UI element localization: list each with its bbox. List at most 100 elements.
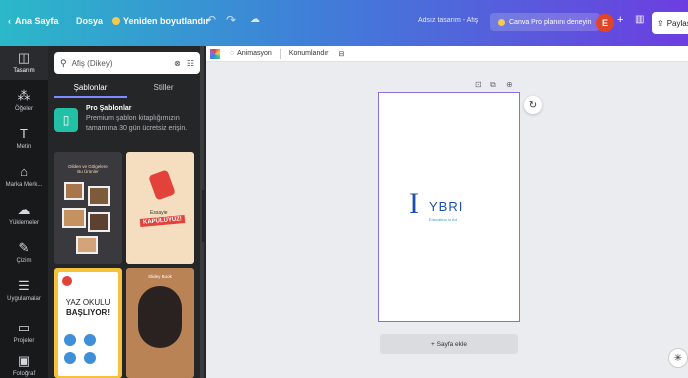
assistant-icon[interactable]: ✳ <box>668 348 688 368</box>
lock-icon[interactable]: ⊡ <box>475 80 482 89</box>
file-menu[interactable]: Dosya <box>76 16 103 26</box>
template-photo <box>64 352 76 364</box>
canvas-area: ⊡ ⧉ ⊕ I YBRI Education in Art ↻ + Sayfa … <box>206 62 688 378</box>
text-icon: T <box>20 126 28 141</box>
side-rail: ◫ Tasarım ⁂ Öğeler T Metin ⌂ Marka Merk.… <box>0 46 48 378</box>
template-4-title: Slidey Book <box>148 274 172 279</box>
search-input[interactable]: ⚲ Afiş (Dikey) ⊗ ☷ <box>54 52 200 74</box>
crown-icon <box>112 17 120 25</box>
top-bar: ‹ Ana Sayfa Dosya Yeniden boyutlandır ↶ … <box>0 0 688 46</box>
search-value: Afiş (Dikey) <box>71 58 113 68</box>
lock-icon[interactable]: ⊟ <box>339 50 345 58</box>
logo[interactable]: I YBRI Education in Art <box>409 189 489 227</box>
plus-icon[interactable]: + <box>617 14 623 26</box>
template-photo <box>64 334 76 346</box>
resize-button[interactable]: Yeniden boyutlandır <box>112 16 209 26</box>
template-card-4[interactable]: Slidey Book <box>126 268 194 378</box>
template-photo <box>84 334 96 346</box>
cloud-icon[interactable]: ☁ <box>250 14 260 25</box>
pro-desc-1: Premium şablon kitaplığımızın <box>86 115 180 122</box>
panel-tabs: Şablonlar Stiller <box>54 80 200 98</box>
template-icon: ▯ <box>54 108 78 132</box>
rail-label: Fotoğraf <box>12 371 36 377</box>
canva-pro-button[interactable]: Canva Pro planını deneyin <box>490 13 600 31</box>
resize-label: Yeniden boyutlandır <box>123 16 210 26</box>
animate-button[interactable]: ◌ Animasyon <box>230 50 272 57</box>
duplicate-icon[interactable]: ⧉ <box>490 80 496 90</box>
photo-icon: ▣ <box>17 353 31 368</box>
rail-label: Öğeler <box>14 106 33 112</box>
share-label: Paylaş <box>666 18 688 28</box>
template-3-title: YAZ OKULU <box>65 298 111 307</box>
canva-pro-label: Canva Pro planını deneyin <box>509 18 592 26</box>
templates-panel: ⚲ Afiş (Dikey) ⊗ ☷ Şablonlar Stiller ▯ P… <box>48 46 206 378</box>
logo-text: YBRI <box>429 199 464 214</box>
rail-label: Projeler <box>13 338 35 344</box>
rail-item-brand[interactable]: ⌂ Marka Merk... <box>0 160 48 194</box>
rail-label: Uygulamalar <box>7 296 41 302</box>
home-link[interactable]: ‹ Ana Sayfa <box>8 16 59 26</box>
folder-icon: ▭ <box>17 320 31 335</box>
rail-label: Metin <box>16 144 32 150</box>
design-page[interactable]: I YBRI Education in Art <box>378 92 520 322</box>
rail-label: Marka Merk... <box>5 182 43 188</box>
megaphone-icon <box>148 169 176 201</box>
template-2-title: Essayie <box>150 210 168 216</box>
template-photo <box>138 286 182 348</box>
home-label: Ana Sayfa <box>15 16 59 26</box>
rail-label: Yüklemeler <box>8 220 39 226</box>
rail-label: Tasarım <box>13 68 35 74</box>
rail-item-uploads[interactable]: ☁ Yüklemeler <box>0 198 48 232</box>
undo-icon[interactable]: ↶ <box>206 13 216 27</box>
clear-icon[interactable]: ⊗ <box>174 59 181 68</box>
rail-item-projects[interactable]: ▭ Projeler <box>0 318 48 348</box>
pro-title: Pro Şablonlar <box>86 105 132 112</box>
template-photo <box>88 212 110 232</box>
chart-icon[interactable]: ▥ <box>635 14 644 25</box>
draw-icon: ✎ <box>18 240 30 255</box>
tab-styles[interactable]: Stiller <box>127 80 200 98</box>
chevron-left-icon: ‹ <box>8 16 11 26</box>
rail-item-apps[interactable]: ☰ Uygulamalar <box>0 274 48 308</box>
template-photo <box>76 236 98 254</box>
template-1-subtitle: Bu Ürünler <box>77 169 99 174</box>
template-card-3[interactable]: YAZ OKULU BAŞLIYOR! <box>54 268 122 378</box>
template-photo <box>88 186 110 206</box>
position-button[interactable]: Konumlandır <box>289 50 329 57</box>
brand-icon: ⌂ <box>20 164 28 179</box>
layout-icon: ◫ <box>17 50 31 65</box>
logo-subtitle: Education in Art <box>429 217 458 222</box>
rail-item-design[interactable]: ◫ Tasarım <box>0 46 48 80</box>
rail-item-photos[interactable]: ▣ Fotoğraf <box>0 352 48 378</box>
flower-icon <box>62 276 72 286</box>
animate-label: Animasyon <box>237 50 272 57</box>
rail-item-draw[interactable]: ✎ Çizim <box>0 236 48 270</box>
share-button[interactable]: ⇪ Paylaş <box>652 12 688 34</box>
add-page-button[interactable]: + Sayfa ekle <box>380 334 518 354</box>
template-card-1[interactable]: Dilden ve Gölgelere Bu Ürünler <box>54 152 122 264</box>
crown-icon <box>498 18 505 26</box>
design-title[interactable]: Adsız tasarım - Afiş <box>418 17 478 24</box>
avatar[interactable]: E <box>596 14 614 32</box>
rail-item-text[interactable]: T Metin <box>0 122 48 156</box>
rail-item-elements[interactable]: ⁂ Öğeler <box>0 84 48 118</box>
template-photo <box>64 182 84 200</box>
template-card-2[interactable]: Essayie KAPÜLÜYÜZ! <box>126 152 194 264</box>
template-3-headline: BAŞLIYOR! <box>66 308 110 317</box>
editor-toolbar: ◌ Animasyon Konumlandır ⊟ <box>206 46 688 62</box>
pro-templates-promo[interactable]: ▯ Pro Şablonlar Premium şablon kitaplığı… <box>54 104 200 144</box>
apps-icon: ☰ <box>18 278 30 293</box>
animate-icon: ◌ <box>230 50 235 57</box>
color-picker-icon[interactable] <box>210 48 220 59</box>
tab-templates[interactable]: Şablonlar <box>54 80 127 98</box>
divider <box>279 48 281 59</box>
template-photo <box>84 352 96 364</box>
filter-icon[interactable]: ☷ <box>187 59 194 68</box>
upload-icon: ☁ <box>17 202 31 217</box>
add-page-icon[interactable]: ⊕ <box>506 80 513 89</box>
pro-desc-2: tamamına 30 gün ücretsiz erişin. <box>86 125 188 132</box>
template-photo <box>62 208 86 228</box>
template-2-headline: KAPÜLÜYÜZ! <box>139 215 186 227</box>
redo-icon[interactable]: ↷ <box>226 13 236 27</box>
refresh-icon[interactable]: ↻ <box>524 96 542 114</box>
